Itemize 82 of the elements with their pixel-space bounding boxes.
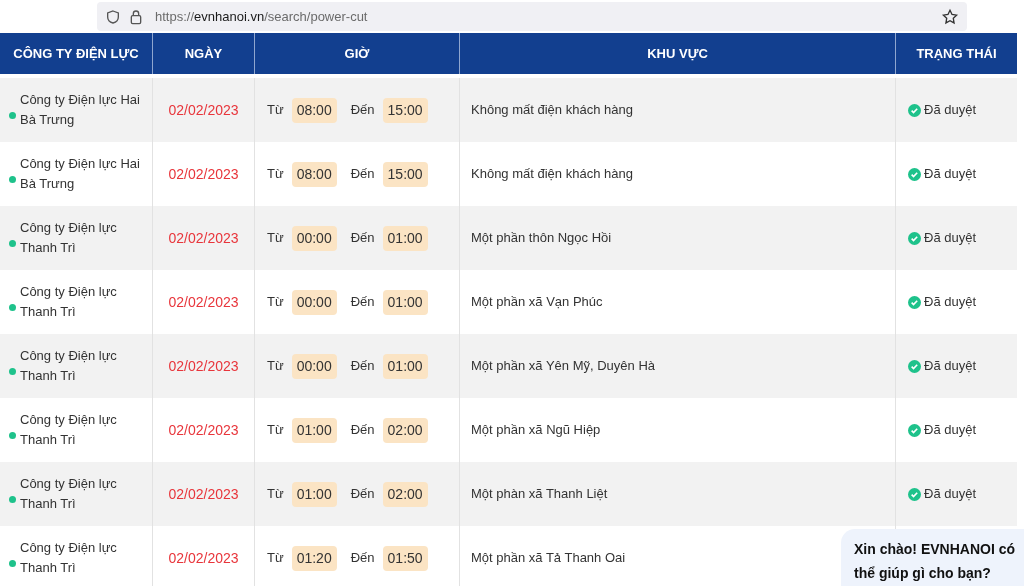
from-label: Từ	[267, 101, 284, 120]
check-circle-icon	[908, 487, 921, 501]
check-circle-icon	[908, 359, 921, 373]
to-label: Đến	[350, 165, 375, 184]
date-text: 02/02/2023	[168, 356, 239, 376]
status-text: Đã duyệt	[924, 293, 977, 312]
status-text: Đã duyệt	[924, 229, 977, 248]
to-label: Đến	[350, 421, 375, 440]
time-tag: 01:50	[382, 545, 428, 571]
area-text: Một phàn xã Thanh Liệt	[471, 485, 608, 504]
status-text: Đã duyệt	[924, 101, 977, 120]
area-text: Một phần xã Ngũ Hiệp	[471, 421, 601, 440]
chat-message: Xin chào! EVNHANOI có thể giúp gì cho bạn?	[854, 540, 1017, 583]
to-label: Đến	[350, 549, 375, 568]
time-tag: 15:00	[382, 161, 428, 187]
check-circle-icon	[908, 231, 921, 245]
to-label: Đến	[350, 293, 375, 312]
company-name: Công ty Điện lực Hai Bà Trưng	[20, 91, 141, 129]
to-label: Đến	[350, 357, 375, 376]
from-label: Từ	[267, 293, 284, 312]
url-text: https://evnhanoi.vn/search/power-cut	[155, 7, 368, 26]
company-name: Công ty Điện lực Thanh Trì	[20, 475, 118, 513]
to-label: Đến	[350, 229, 375, 248]
company-name: Công ty Điện lực Thanh Trì	[20, 411, 118, 449]
area-text: Một phần xã Tả Thanh Oai	[471, 549, 626, 568]
time-tag: 00:00	[291, 225, 337, 251]
lock-icon	[129, 8, 143, 25]
time-tag: 08:00	[291, 97, 337, 123]
star-icon[interactable]	[941, 7, 959, 26]
check-circle-icon	[908, 167, 921, 181]
time-tag: 08:00	[291, 161, 337, 187]
time-tag: 02:00	[382, 481, 428, 507]
column-header: CÔNG TY ĐIỆN LỰC	[0, 33, 153, 74]
company-name: Công ty Điện lực Thanh Trì	[20, 283, 118, 321]
column-header: NGÀY	[153, 33, 255, 74]
company-name: Công ty Điện lực Hai Bà Trưng	[20, 155, 141, 193]
time-tag: 00:00	[291, 353, 337, 379]
date-text: 02/02/2023	[168, 164, 239, 184]
date-text: 02/02/2023	[168, 100, 239, 120]
time-tag: 01:00	[382, 353, 428, 379]
from-label: Từ	[267, 485, 284, 504]
check-circle-icon	[908, 103, 921, 117]
check-circle-icon	[908, 295, 921, 309]
date-text: 02/02/2023	[168, 292, 239, 312]
date-text: 02/02/2023	[168, 484, 239, 504]
column-header: GIỜ	[255, 33, 460, 74]
column-header: KHU VỰC	[460, 33, 896, 74]
time-tag: 01:00	[291, 481, 337, 507]
area-text: Không mất điện khách hàng	[471, 101, 633, 120]
time-tag: 01:00	[382, 289, 428, 315]
from-label: Từ	[267, 229, 284, 248]
area-text: Một phần thôn Ngọc Hồi	[471, 229, 612, 248]
status-text: Đã duyệt	[924, 485, 977, 504]
to-label: Đến	[350, 101, 375, 120]
status-text: Đã duyệt	[924, 357, 977, 376]
column-header: TRẠNG THÁI	[915, 44, 998, 63]
status-text: Đã duyệt	[924, 165, 977, 184]
from-label: Từ	[267, 421, 284, 440]
time-tag: 00:00	[291, 289, 337, 315]
company-name: Công ty Điện lực Thanh Trì	[20, 347, 118, 385]
chat-bubble[interactable]: Xin chào! EVNHANOI có thể giúp gì cho bạn?	[841, 529, 1024, 586]
time-tag: 01:20	[291, 545, 337, 571]
date-text: 02/02/2023	[168, 228, 239, 248]
company-name: Công ty Điện lực Thanh Trì	[20, 539, 118, 577]
area-text: Một phần xã Yên Mỹ, Duyên Hà	[471, 357, 656, 376]
company-name: Công ty Điện lực Thanh Trì	[20, 219, 118, 257]
from-label: Từ	[267, 549, 284, 568]
time-tag: 01:00	[291, 417, 337, 443]
from-label: Từ	[267, 165, 284, 184]
time-tag: 02:00	[382, 417, 428, 443]
time-tag: 15:00	[382, 97, 428, 123]
area-text: Không mất điện khách hàng	[471, 165, 633, 184]
date-text: 02/02/2023	[168, 548, 239, 568]
shield-icon	[105, 8, 121, 25]
time-tag: 01:00	[382, 225, 428, 251]
to-label: Đến	[350, 485, 375, 504]
from-label: Từ	[267, 357, 284, 376]
status-text: Đã duyệt	[924, 421, 977, 440]
area-text: Một phần xã Vạn Phúc	[471, 293, 603, 312]
date-text: 02/02/2023	[168, 420, 239, 440]
check-circle-icon	[908, 423, 921, 437]
address-bar[interactable]: https://evnhanoi.vn/search/power-cut	[97, 2, 967, 31]
